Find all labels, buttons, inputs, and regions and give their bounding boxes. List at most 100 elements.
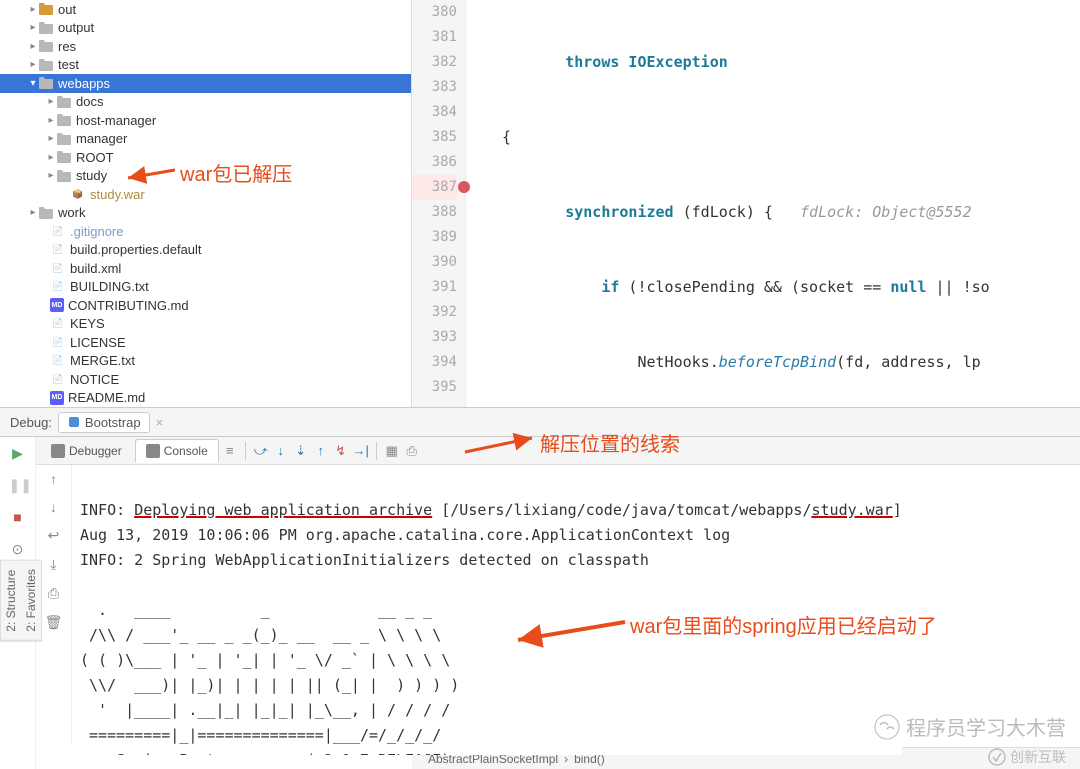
- line-number[interactable]: 390: [412, 250, 457, 275]
- line-number[interactable]: 382: [412, 50, 457, 75]
- tree-item[interactable]: 📄NOTICE: [0, 370, 411, 389]
- tab-console[interactable]: Console: [135, 439, 219, 463]
- folder-icon: [56, 169, 72, 183]
- up-icon[interactable]: ↑: [50, 471, 57, 487]
- tree-item[interactable]: 📄LICENSE: [0, 333, 411, 352]
- tree-item[interactable]: ▸manager: [0, 130, 411, 149]
- soft-wrap-icon[interactable]: ↩: [48, 527, 60, 544]
- line-number[interactable]: 383: [412, 75, 457, 100]
- expand-icon[interactable]: ▸: [28, 4, 38, 15]
- tab-structure[interactable]: 2: Structure: [1, 561, 21, 641]
- tree-item[interactable]: ▸host-manager: [0, 111, 411, 130]
- tab-debugger[interactable]: Debugger: [40, 439, 133, 463]
- tree-label: BUILDING.txt: [70, 279, 149, 294]
- expand-icon[interactable]: ▸: [28, 207, 38, 218]
- folder-icon: [56, 150, 72, 164]
- expand-icon[interactable]: ▸: [46, 96, 56, 107]
- file-icon: 📄: [50, 261, 66, 275]
- tree-item[interactable]: ▸ ROOT: [0, 148, 411, 167]
- force-step-into-icon[interactable]: ⇣: [292, 443, 310, 459]
- line-number[interactable]: 380: [412, 0, 457, 25]
- gutter: 3803813823833843853863873883893903913923…: [412, 0, 466, 407]
- line-number[interactable]: 384: [412, 100, 457, 125]
- tree-item[interactable]: ▸ out: [0, 0, 411, 19]
- tab-favorites[interactable]: 2: Favorites: [21, 561, 41, 641]
- tree-label: NOTICE: [70, 372, 119, 387]
- tree-label: KEYS: [70, 316, 105, 331]
- code-area: throws IOException { synchronized (fdLoc…: [482, 0, 1080, 407]
- code-line: {: [482, 125, 1080, 150]
- tree-item[interactable]: 📄BUILDING.txt: [0, 278, 411, 297]
- tree-label: CONTRIBUTING.md: [68, 298, 189, 313]
- line-number[interactable]: 393: [412, 325, 457, 350]
- tree-item[interactable]: MDREADME.md: [0, 389, 411, 408]
- step-over-icon[interactable]: ⤻: [252, 443, 270, 459]
- clear-icon[interactable]: 🗑: [45, 614, 63, 631]
- tree-item[interactable]: 📄build.xml: [0, 259, 411, 278]
- line-number[interactable]: 387: [412, 175, 457, 200]
- line-number[interactable]: 386: [412, 150, 457, 175]
- line-number[interactable]: 385: [412, 125, 457, 150]
- line-number[interactable]: 392: [412, 300, 457, 325]
- file-icon: 📄: [50, 354, 66, 368]
- tree-item[interactable]: 📦study.war: [0, 185, 411, 204]
- drop-frame-icon[interactable]: ↯: [332, 443, 350, 459]
- breakpoint-icon[interactable]: [458, 181, 470, 193]
- close-icon[interactable]: ×: [156, 415, 164, 430]
- tree-item[interactable]: MDCONTRIBUTING.md: [0, 296, 411, 315]
- pause-icon[interactable]: ❚❚: [9, 477, 27, 495]
- line-number[interactable]: 394: [412, 350, 457, 375]
- tree-item[interactable]: 📄MERGE.txt: [0, 352, 411, 371]
- expand-icon[interactable]: ▸: [28, 41, 38, 52]
- tree-item[interactable]: ▸docs: [0, 93, 411, 112]
- step-out-icon[interactable]: ↑: [312, 443, 330, 458]
- stop-icon[interactable]: ■: [9, 509, 27, 527]
- tree-item[interactable]: ▸ res: [0, 37, 411, 56]
- expand-icon[interactable]: ▸: [28, 22, 38, 33]
- tree-item[interactable]: 📄.gitignore: [0, 222, 411, 241]
- console-output[interactable]: INFO: Deploying web application archive …: [72, 465, 902, 755]
- tree-label: out: [58, 2, 76, 17]
- step-into-icon[interactable]: ↓: [272, 443, 290, 458]
- code-editor: 3803813823833843853863873883893903913923…: [412, 0, 1080, 407]
- tree-label: README.md: [68, 390, 145, 405]
- tree-item[interactable]: ▾webapps: [0, 74, 411, 93]
- war-icon: 📦: [70, 187, 86, 201]
- expand-icon[interactable]: ▸: [46, 170, 56, 181]
- tree-item[interactable]: ▸ test: [0, 56, 411, 75]
- expand-icon[interactable]: ▸: [46, 133, 56, 144]
- down-icon[interactable]: ↓: [50, 499, 57, 515]
- folder-icon: [38, 206, 54, 220]
- tree-label: study: [76, 168, 107, 183]
- print-icon[interactable]: ⎙: [48, 585, 59, 602]
- tree-label: output: [58, 20, 94, 35]
- trace-icon[interactable]: ⎙: [403, 443, 421, 459]
- threads-icon[interactable]: ≡: [221, 443, 239, 458]
- tree-label: ROOT: [76, 150, 114, 165]
- run-config[interactable]: Bootstrap: [58, 412, 150, 433]
- expand-icon[interactable]: ▾: [28, 78, 38, 89]
- tree-item[interactable]: ▸ output: [0, 19, 411, 38]
- tree-label: .gitignore: [70, 224, 123, 239]
- evaluate-icon[interactable]: ▦: [383, 443, 401, 459]
- line-number[interactable]: 381: [412, 25, 457, 50]
- line-number[interactable]: 391: [412, 275, 457, 300]
- view-breakpoints-icon[interactable]: ⊙: [9, 541, 27, 559]
- tree-item[interactable]: ▸ study: [0, 167, 411, 186]
- folder-icon: [56, 95, 72, 109]
- scroll-end-icon[interactable]: ⤓: [50, 556, 56, 573]
- resume-icon[interactable]: ▶: [9, 445, 27, 463]
- expand-icon[interactable]: ▸: [46, 152, 56, 163]
- tree-label: res: [58, 39, 76, 54]
- run-to-cursor-icon[interactable]: →|: [352, 443, 370, 458]
- tree-label: test: [58, 57, 79, 72]
- tree-item[interactable]: ▸work: [0, 204, 411, 223]
- expand-icon[interactable]: ▸: [28, 59, 38, 70]
- expand-icon[interactable]: ▸: [46, 115, 56, 126]
- line-number[interactable]: 388: [412, 200, 457, 225]
- code-line: throws IOException: [538, 53, 728, 71]
- line-number[interactable]: 389: [412, 225, 457, 250]
- line-number[interactable]: 395: [412, 375, 457, 400]
- tree-item[interactable]: 📄build.properties.default: [0, 241, 411, 260]
- tree-item[interactable]: 📄KEYS: [0, 315, 411, 334]
